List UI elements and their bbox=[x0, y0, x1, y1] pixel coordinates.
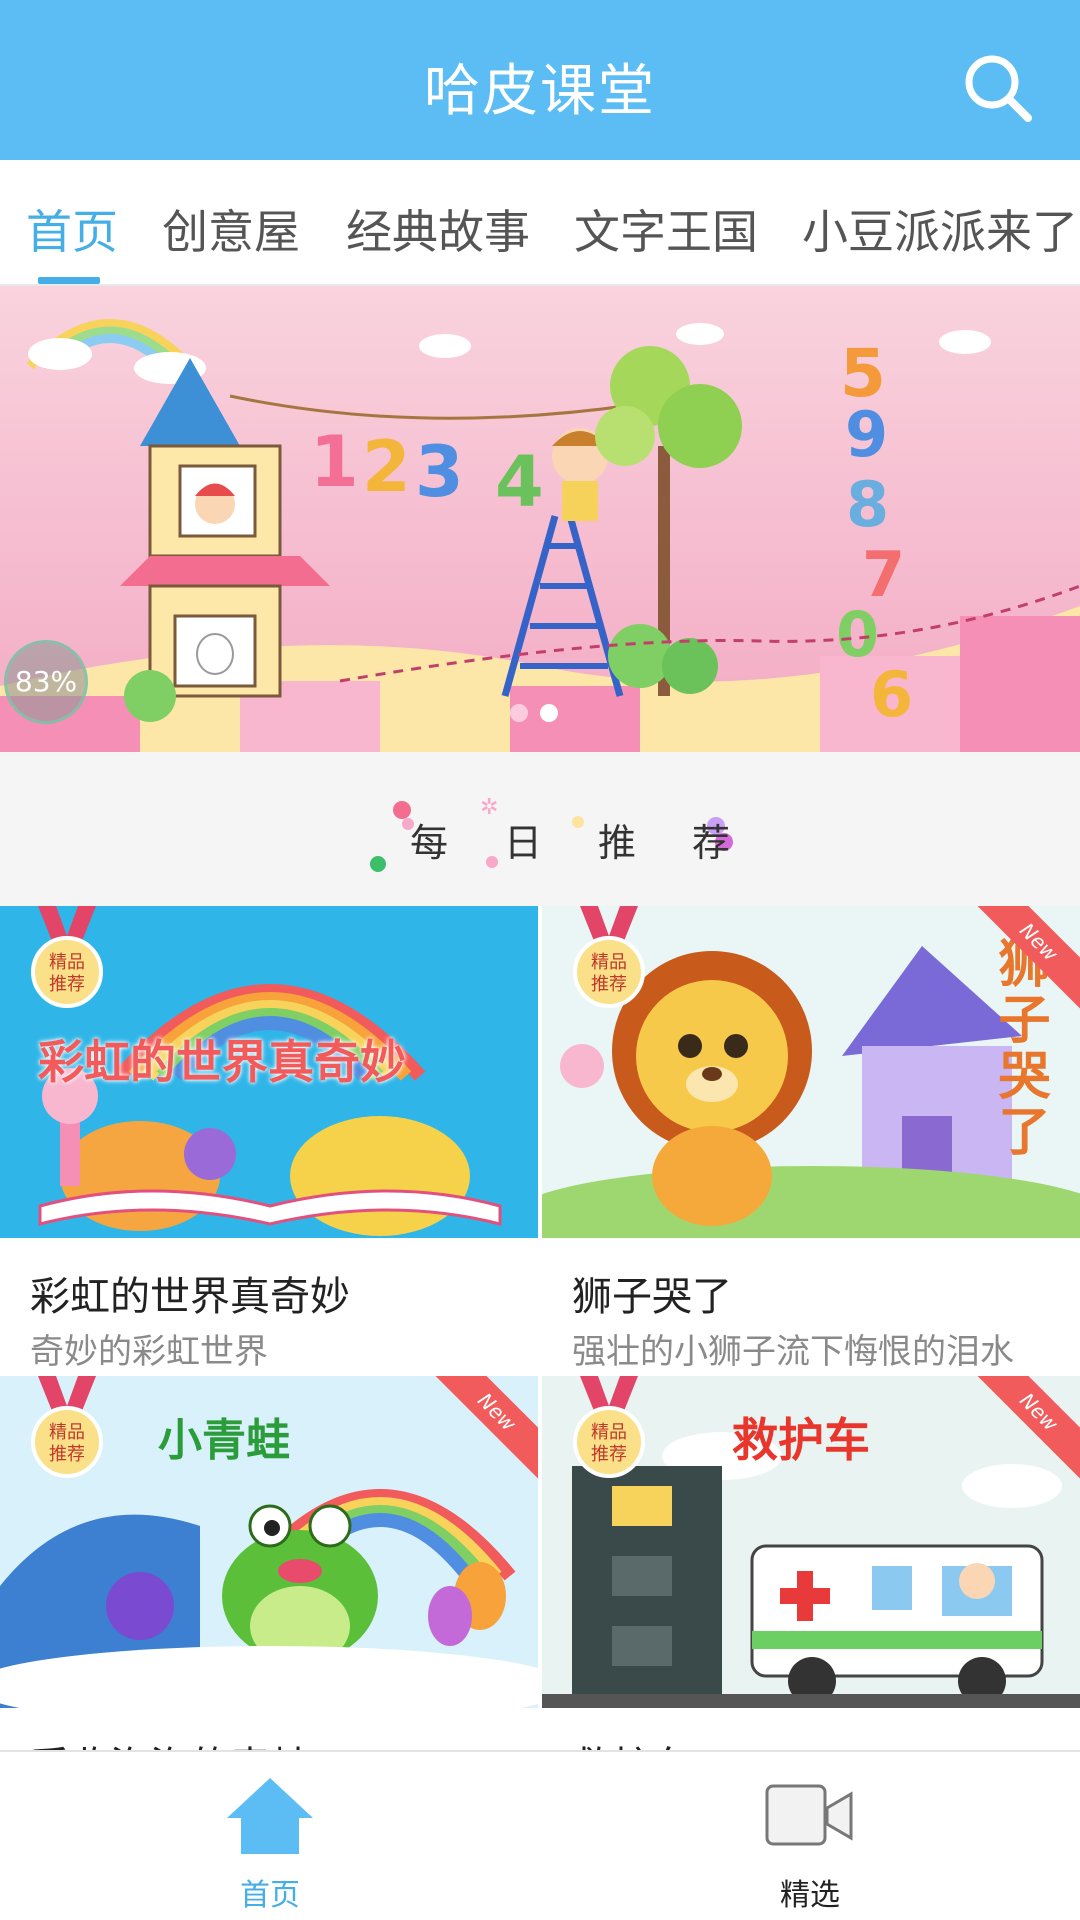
tab-word-kingdom[interactable]: 文字王国 bbox=[574, 196, 758, 262]
nav-featured[interactable]: 精选 bbox=[540, 1752, 1080, 1920]
daily-recommend-title: 每日推荐 bbox=[410, 821, 787, 865]
new-label: New bbox=[428, 1376, 538, 1485]
svg-text:4: 4 bbox=[495, 441, 544, 523]
card-title[interactable]: 救护车 bbox=[572, 1734, 692, 1750]
card-description: 强壮的小狮子流下悔恨的泪水 bbox=[572, 1332, 1014, 1372]
new-ribbon: New bbox=[970, 1376, 1080, 1486]
new-label: New bbox=[970, 1376, 1080, 1485]
loading-progress-badge: 83% bbox=[4, 640, 88, 724]
svg-text:1: 1 bbox=[310, 421, 359, 503]
nav-home-label: 首页 bbox=[240, 1878, 300, 1913]
card-thumbnail[interactable]: 彩虹的世界真奇妙 精品 推荐 bbox=[0, 906, 538, 1238]
card-thumbnail[interactable]: 救护车 精品 推荐 New bbox=[542, 1376, 1080, 1708]
premium-badge-icon: 精品 推荐 bbox=[573, 906, 645, 1008]
premium-badge-icon: 精品 推荐 bbox=[31, 906, 103, 1008]
banner-illustration: 1 2 3 4 5 9 8 7 0 6 bbox=[0, 286, 1080, 752]
tab-xiaodou-paipai[interactable]: 小豆派派来了 bbox=[802, 196, 1078, 262]
new-ribbon: New bbox=[428, 1376, 538, 1486]
svg-text:推荐: 推荐 bbox=[49, 974, 85, 995]
card-art-title: 小青蛙 bbox=[158, 1415, 290, 1466]
daily-recommend-section: ✲ 每日推荐 bbox=[0, 752, 1080, 906]
svg-text:2: 2 bbox=[362, 426, 411, 508]
nav-home[interactable]: 首页 bbox=[0, 1752, 540, 1920]
new-label: New bbox=[970, 906, 1080, 1015]
tab-home[interactable]: 首页 bbox=[26, 196, 118, 262]
svg-text:精品: 精品 bbox=[49, 952, 85, 973]
new-ribbon: New bbox=[970, 906, 1080, 1016]
content-card[interactable]: 救护车 精品 推荐 New 救护车 bbox=[542, 1376, 1080, 1750]
svg-text:推荐: 推荐 bbox=[591, 1444, 627, 1465]
carousel-dot[interactable] bbox=[510, 704, 528, 722]
card-title[interactable]: 采收泡泡的毒蛙 bbox=[30, 1734, 310, 1750]
app-header: 哈皮课堂 bbox=[0, 0, 1080, 160]
content-card[interactable]: 彩虹的世界真奇妙 精品 推荐 彩虹的世界真奇妙 奇妙的彩虹世界 bbox=[0, 906, 538, 1376]
svg-text:精品: 精品 bbox=[591, 952, 627, 973]
video-camera-icon bbox=[765, 1784, 853, 1846]
nav-featured-label: 精选 bbox=[780, 1878, 840, 1913]
card-description: 奇妙的彩虹世界 bbox=[30, 1332, 268, 1372]
carousel-dot-active[interactable] bbox=[540, 704, 558, 722]
tab-active-indicator bbox=[38, 277, 100, 284]
card-title[interactable]: 彩虹的世界真奇妙 bbox=[30, 1264, 350, 1322]
category-tabs: 首页 创意屋 经典故事 文字王国 小豆派派来了 bbox=[0, 160, 1080, 286]
premium-badge-icon: 精品 推荐 bbox=[573, 1376, 645, 1478]
svg-text:9: 9 bbox=[845, 398, 888, 471]
svg-text:精品: 精品 bbox=[591, 1422, 627, 1443]
svg-text:6: 6 bbox=[870, 658, 913, 731]
card-thumbnail[interactable]: 狮子哭了 精品 推荐 New bbox=[542, 906, 1080, 1238]
card-art-title: 彩虹的世界真奇妙 bbox=[38, 1035, 406, 1089]
content-card[interactable]: 小青蛙 精品 推荐 New 采收泡泡的毒蛙 bbox=[0, 1376, 538, 1750]
home-icon bbox=[227, 1778, 313, 1854]
svg-text:推荐: 推荐 bbox=[591, 974, 627, 995]
content-card[interactable]: 狮子哭了 精品 推荐 New 狮子哭了 强壮的小狮子流下悔恨的泪水 bbox=[542, 906, 1080, 1376]
app-title: 哈皮课堂 bbox=[424, 59, 656, 124]
card-title[interactable]: 狮子哭了 bbox=[572, 1264, 732, 1322]
search-button[interactable] bbox=[958, 48, 1038, 128]
banner-carousel[interactable]: 1 2 3 4 5 9 8 7 0 6 bbox=[0, 286, 1080, 752]
tab-classic-stories[interactable]: 经典故事 bbox=[346, 196, 530, 262]
search-icon bbox=[965, 55, 1032, 122]
card-thumbnail[interactable]: 小青蛙 精品 推荐 New bbox=[0, 1376, 538, 1708]
card-art-title: 救护车 bbox=[732, 1413, 870, 1467]
tab-creative-house[interactable]: 创意屋 bbox=[162, 196, 300, 262]
svg-text:3: 3 bbox=[415, 431, 464, 513]
svg-text:8: 8 bbox=[846, 468, 889, 541]
premium-badge-icon: 精品 推荐 bbox=[31, 1376, 103, 1478]
svg-text:精品: 精品 bbox=[49, 1422, 85, 1443]
svg-text:推荐: 推荐 bbox=[49, 1444, 85, 1465]
bottom-navigation: 首页 精选 bbox=[0, 1750, 1080, 1920]
